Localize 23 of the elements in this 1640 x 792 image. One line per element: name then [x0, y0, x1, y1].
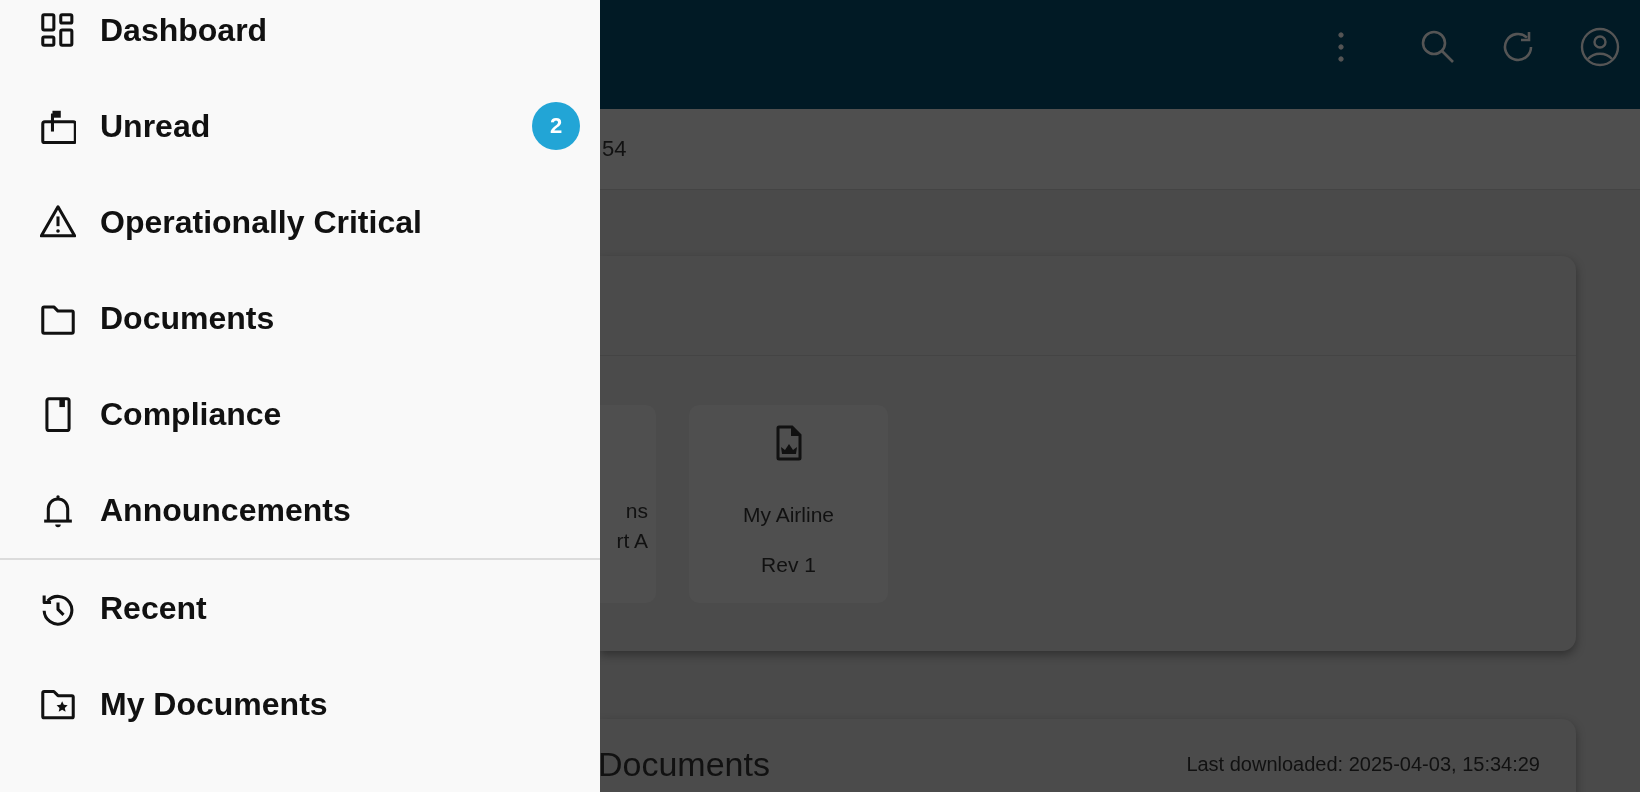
grid-icon: [40, 12, 76, 48]
section-title: Documents: [600, 745, 770, 784]
subheader-text: 54: [602, 136, 627, 162]
tile-text: Rev 1: [761, 552, 816, 578]
drawer-item[interactable]: Compliance: [0, 366, 600, 462]
drawer-item[interactable]: Operationally Critical: [0, 174, 600, 270]
mailbox-icon: [40, 108, 76, 144]
last-downloaded-text: Last downloaded: 2025-04-03, 15:34:29: [1186, 753, 1540, 776]
tile-text: My Airline: [743, 502, 834, 528]
warning-icon: [40, 204, 76, 240]
drawer-item[interactable]: Announcements: [0, 462, 600, 558]
drawer-item[interactable]: Recent: [0, 560, 600, 656]
tile-text: ns: [625, 498, 648, 524]
drawer-item[interactable]: Documents: [0, 270, 600, 366]
drawer-item[interactable]: Unread 2: [0, 78, 600, 174]
search-icon[interactable]: [1420, 28, 1456, 65]
document-icon: [775, 425, 802, 461]
account-icon[interactable]: [1580, 26, 1620, 67]
tile-text: rt A: [616, 528, 648, 554]
count-badge: 2: [532, 102, 580, 150]
drawer-item[interactable]: My Documents: [0, 656, 600, 752]
drawer-item[interactable]: Dashboard: [0, 0, 600, 78]
more-icon[interactable]: [1338, 31, 1344, 62]
